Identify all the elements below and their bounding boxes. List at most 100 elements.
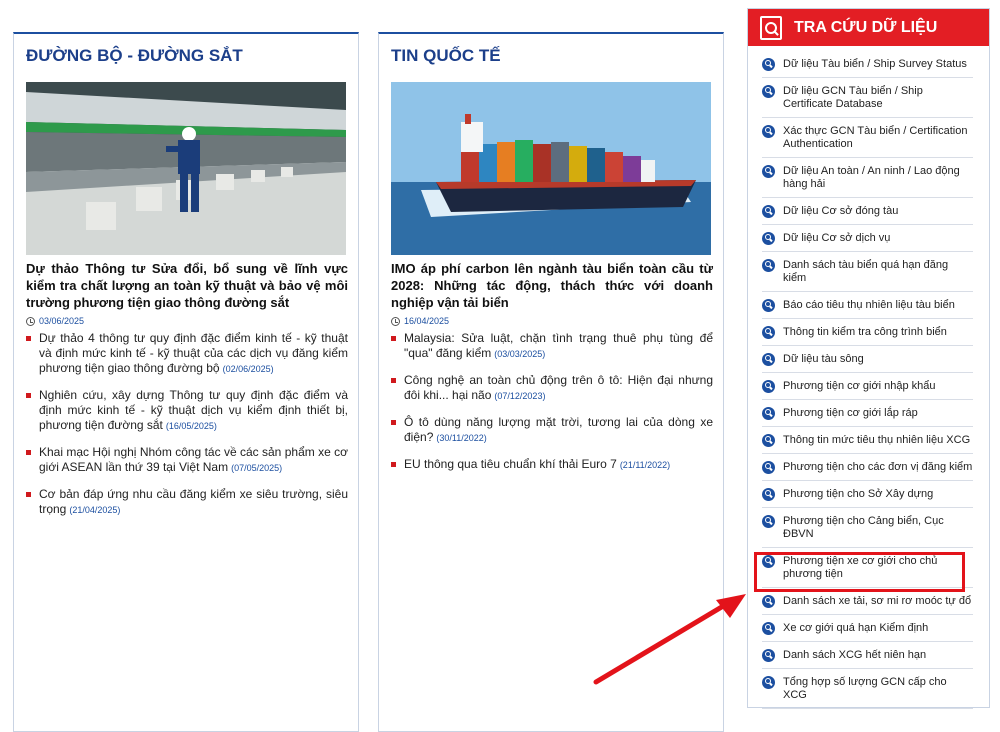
clock-icon [26, 317, 35, 326]
search-icon [762, 595, 775, 608]
lookup-item-label[interactable]: Phương tiện cho Cảng biển, Cục ĐBVN [783, 515, 973, 541]
search-icon [762, 326, 775, 339]
lookup-item[interactable]: Dữ liệu Tàu biển / Ship Survey Status [762, 51, 973, 78]
news-item-date: (30/11/2022) [436, 433, 487, 443]
lookup-item-label[interactable]: Dữ liệu Cơ sở dịch vụ [783, 232, 890, 245]
news-item-title[interactable]: Khai mạc Hội nghị Nhóm công tác về các s… [39, 445, 348, 474]
lookup-item[interactable]: Phương tiện cho Sở Xây dựng [762, 481, 973, 508]
lookup-item[interactable]: Báo cáo tiêu thụ nhiên liệu tàu biển [762, 292, 973, 319]
lookup-item-label[interactable]: Dữ liệu Tàu biển / Ship Survey Status [783, 58, 967, 71]
list-item[interactable]: Dự thảo 4 thông tư quy định đặc điểm kin… [26, 331, 348, 377]
lookup-item[interactable]: Phương tiện cơ giới lắp ráp [762, 400, 973, 427]
lookup-item[interactable]: Danh sách XCG hết niên hạn [762, 642, 973, 669]
lookup-item[interactable]: Danh sách tàu biển quá hạn đăng kiểm [762, 252, 973, 292]
road-rail-section: ĐƯỜNG BỘ - ĐƯỜNG SẮT Dự thảo Thông tư Sử… [13, 32, 359, 732]
road-rail-hero-image[interactable] [26, 82, 346, 255]
data-lookup-list: Dữ liệu Tàu biển / Ship Survey Status Dữ… [748, 51, 989, 709]
lookup-item-label[interactable]: Danh sách xe tải, sơ mi rơ moóc tự đổ [783, 595, 971, 608]
lookup-item[interactable]: Dữ liệu Cơ sở dịch vụ [762, 225, 973, 252]
list-item[interactable]: Công nghệ an toàn chủ động trên ô tô: Hi… [391, 373, 713, 404]
data-lookup-title: TRA CỨU DỮ LIỆU [794, 18, 938, 36]
international-lead-date-text: 16/04/2025 [404, 316, 450, 326]
lookup-item-label[interactable]: Danh sách tàu biển quá hạn đăng kiểm [783, 259, 973, 285]
international-news-list: Malaysia: Sửa luật, chặn tình trạng thuê… [391, 331, 713, 484]
lookup-item[interactable]: Xác thực GCN Tàu biển / Certification Au… [762, 118, 973, 158]
lookup-item-label[interactable]: Thông tin kiểm tra công trình biển [783, 326, 947, 339]
news-item-title[interactable]: Malaysia: Sửa luật, chặn tình trạng thuê… [404, 331, 713, 360]
road-rail-news-list: Dự thảo 4 thông tư quy định đặc điểm kin… [26, 331, 348, 529]
search-icon [762, 58, 775, 71]
news-item-date: (21/11/2022) [619, 460, 671, 470]
lookup-item-label[interactable]: Dữ liệu Cơ sở đóng tàu [783, 205, 898, 218]
search-icon [762, 515, 775, 528]
news-item-title[interactable]: Công nghệ an toàn chủ động trên ô tô: Hi… [404, 373, 713, 402]
list-item[interactable]: Cơ bản đáp ứng nhu cầu đăng kiểm xe siêu… [26, 487, 348, 518]
news-item-title[interactable]: EU thông qua tiêu chuẩn khí thải Euro 7 [404, 457, 617, 471]
data-lookup-panel: TRA CỨU DỮ LIỆU Dữ liệu Tàu biển / Ship … [747, 8, 990, 709]
international-lead-date: 16/04/2025 [391, 313, 713, 330]
lookup-item-label[interactable]: Báo cáo tiêu thụ nhiên liệu tàu biển [783, 299, 955, 312]
road-rail-lead-date: 03/06/2025 [26, 313, 348, 330]
lookup-item-label[interactable]: Phương tiện cơ giới lắp ráp [783, 407, 918, 420]
lookup-item[interactable]: Xe cơ giới quá hạn Kiểm định [762, 615, 973, 642]
highlight-box [754, 552, 965, 592]
lookup-item[interactable]: Dữ liệu An toàn / An ninh / Lao động hàn… [762, 158, 973, 198]
lookup-item-label[interactable]: Dữ liệu tàu sông [783, 353, 864, 366]
road-rail-lead-title[interactable]: Dự thảo Thông tư Sửa đổi, bổ sung về lĩn… [26, 260, 348, 311]
clock-icon [391, 317, 400, 326]
search-icon [762, 85, 775, 98]
search-icon [762, 622, 775, 635]
search-icon [762, 205, 775, 218]
search-icon [762, 676, 775, 689]
international-title[interactable]: TIN QUỐC TẾ [379, 34, 723, 80]
search-icon [762, 125, 775, 138]
list-item[interactable]: Khai mạc Hội nghị Nhóm công tác về các s… [26, 445, 348, 476]
search-icon [762, 380, 775, 393]
lookup-item[interactable]: Phương tiện cho các đơn vị đăng kiểm [762, 454, 973, 481]
international-hero-image[interactable] [391, 82, 711, 255]
search-icon [762, 165, 775, 178]
lookup-item[interactable]: Dữ liệu GCN Tàu biển / Ship Certificate … [762, 78, 973, 118]
lookup-item-label[interactable]: Phương tiện cơ giới nhập khẩu [783, 380, 936, 393]
lookup-item-label[interactable]: Danh sách XCG hết niên hạn [783, 649, 926, 662]
list-item[interactable]: Nghiên cứu, xây dựng Thông tư quy định đ… [26, 388, 348, 434]
international-lead[interactable]: IMO áp phí carbon lên ngành tàu biển toà… [391, 260, 713, 330]
list-item[interactable]: EU thông qua tiêu chuẩn khí thải Euro 7(… [391, 457, 713, 473]
lookup-item[interactable]: Phương tiện cơ giới nhập khẩu [762, 373, 973, 400]
list-item[interactable]: Ô tô dùng năng lượng mặt trời, tương lai… [391, 415, 713, 446]
lookup-item-label[interactable]: Phương tiện cho Sở Xây dựng [783, 488, 933, 501]
list-item[interactable]: Malaysia: Sửa luật, chặn tình trạng thuê… [391, 331, 713, 362]
lookup-item[interactable]: Tổng hợp số lượng GCN cấp cho XCG [762, 669, 973, 709]
news-item-date: (16/05/2025) [165, 421, 217, 431]
lookup-item-label[interactable]: Phương tiện cho các đơn vị đăng kiểm [783, 461, 972, 474]
pointer-arrow-icon [593, 594, 746, 685]
lookup-item[interactable]: Dữ liệu tàu sông [762, 346, 973, 373]
search-document-icon [760, 15, 782, 40]
lookup-item[interactable]: Thông tin mức tiêu thụ nhiên liệu XCG [762, 427, 973, 454]
lookup-item[interactable]: Phương tiện cho Cảng biển, Cục ĐBVN [762, 508, 973, 548]
lookup-item-label[interactable]: Dữ liệu GCN Tàu biển / Ship Certificate … [783, 85, 973, 111]
search-icon [762, 259, 775, 272]
news-item-date: (02/06/2025) [222, 364, 274, 374]
lookup-item[interactable]: Thông tin kiểm tra công trình biển [762, 319, 973, 346]
search-icon [762, 299, 775, 312]
data-lookup-header: TRA CỨU DỮ LIỆU [748, 9, 989, 46]
lookup-item-label[interactable]: Dữ liệu An toàn / An ninh / Lao động hàn… [783, 165, 973, 191]
road-rail-title[interactable]: ĐƯỜNG BỘ - ĐƯỜNG SẮT [14, 34, 358, 80]
search-icon [762, 461, 775, 474]
road-rail-lead[interactable]: Dự thảo Thông tư Sửa đổi, bổ sung về lĩn… [26, 260, 348, 330]
news-item-date: (07/05/2025) [231, 463, 283, 473]
search-icon [762, 649, 775, 662]
lookup-item-label[interactable]: Xe cơ giới quá hạn Kiểm định [783, 622, 928, 635]
lookup-item-label[interactable]: Tổng hợp số lượng GCN cấp cho XCG [783, 676, 973, 702]
lookup-item[interactable]: Dữ liệu Cơ sở đóng tàu [762, 198, 973, 225]
lookup-item-label[interactable]: Xác thực GCN Tàu biển / Certification Au… [783, 125, 973, 151]
news-item-date: (03/03/2025) [494, 349, 546, 359]
international-lead-title[interactable]: IMO áp phí carbon lên ngành tàu biển toà… [391, 260, 713, 311]
lookup-item-label[interactable]: Thông tin mức tiêu thụ nhiên liệu XCG [783, 434, 970, 447]
news-item-title[interactable]: Dự thảo 4 thông tư quy định đặc điểm kin… [39, 331, 348, 375]
search-icon [762, 434, 775, 447]
road-rail-lead-date-text: 03/06/2025 [39, 316, 85, 326]
lookup-item[interactable]: Danh sách xe tải, sơ mi rơ moóc tự đổ [762, 588, 973, 615]
news-item-date: (07/12/2023) [494, 391, 546, 401]
